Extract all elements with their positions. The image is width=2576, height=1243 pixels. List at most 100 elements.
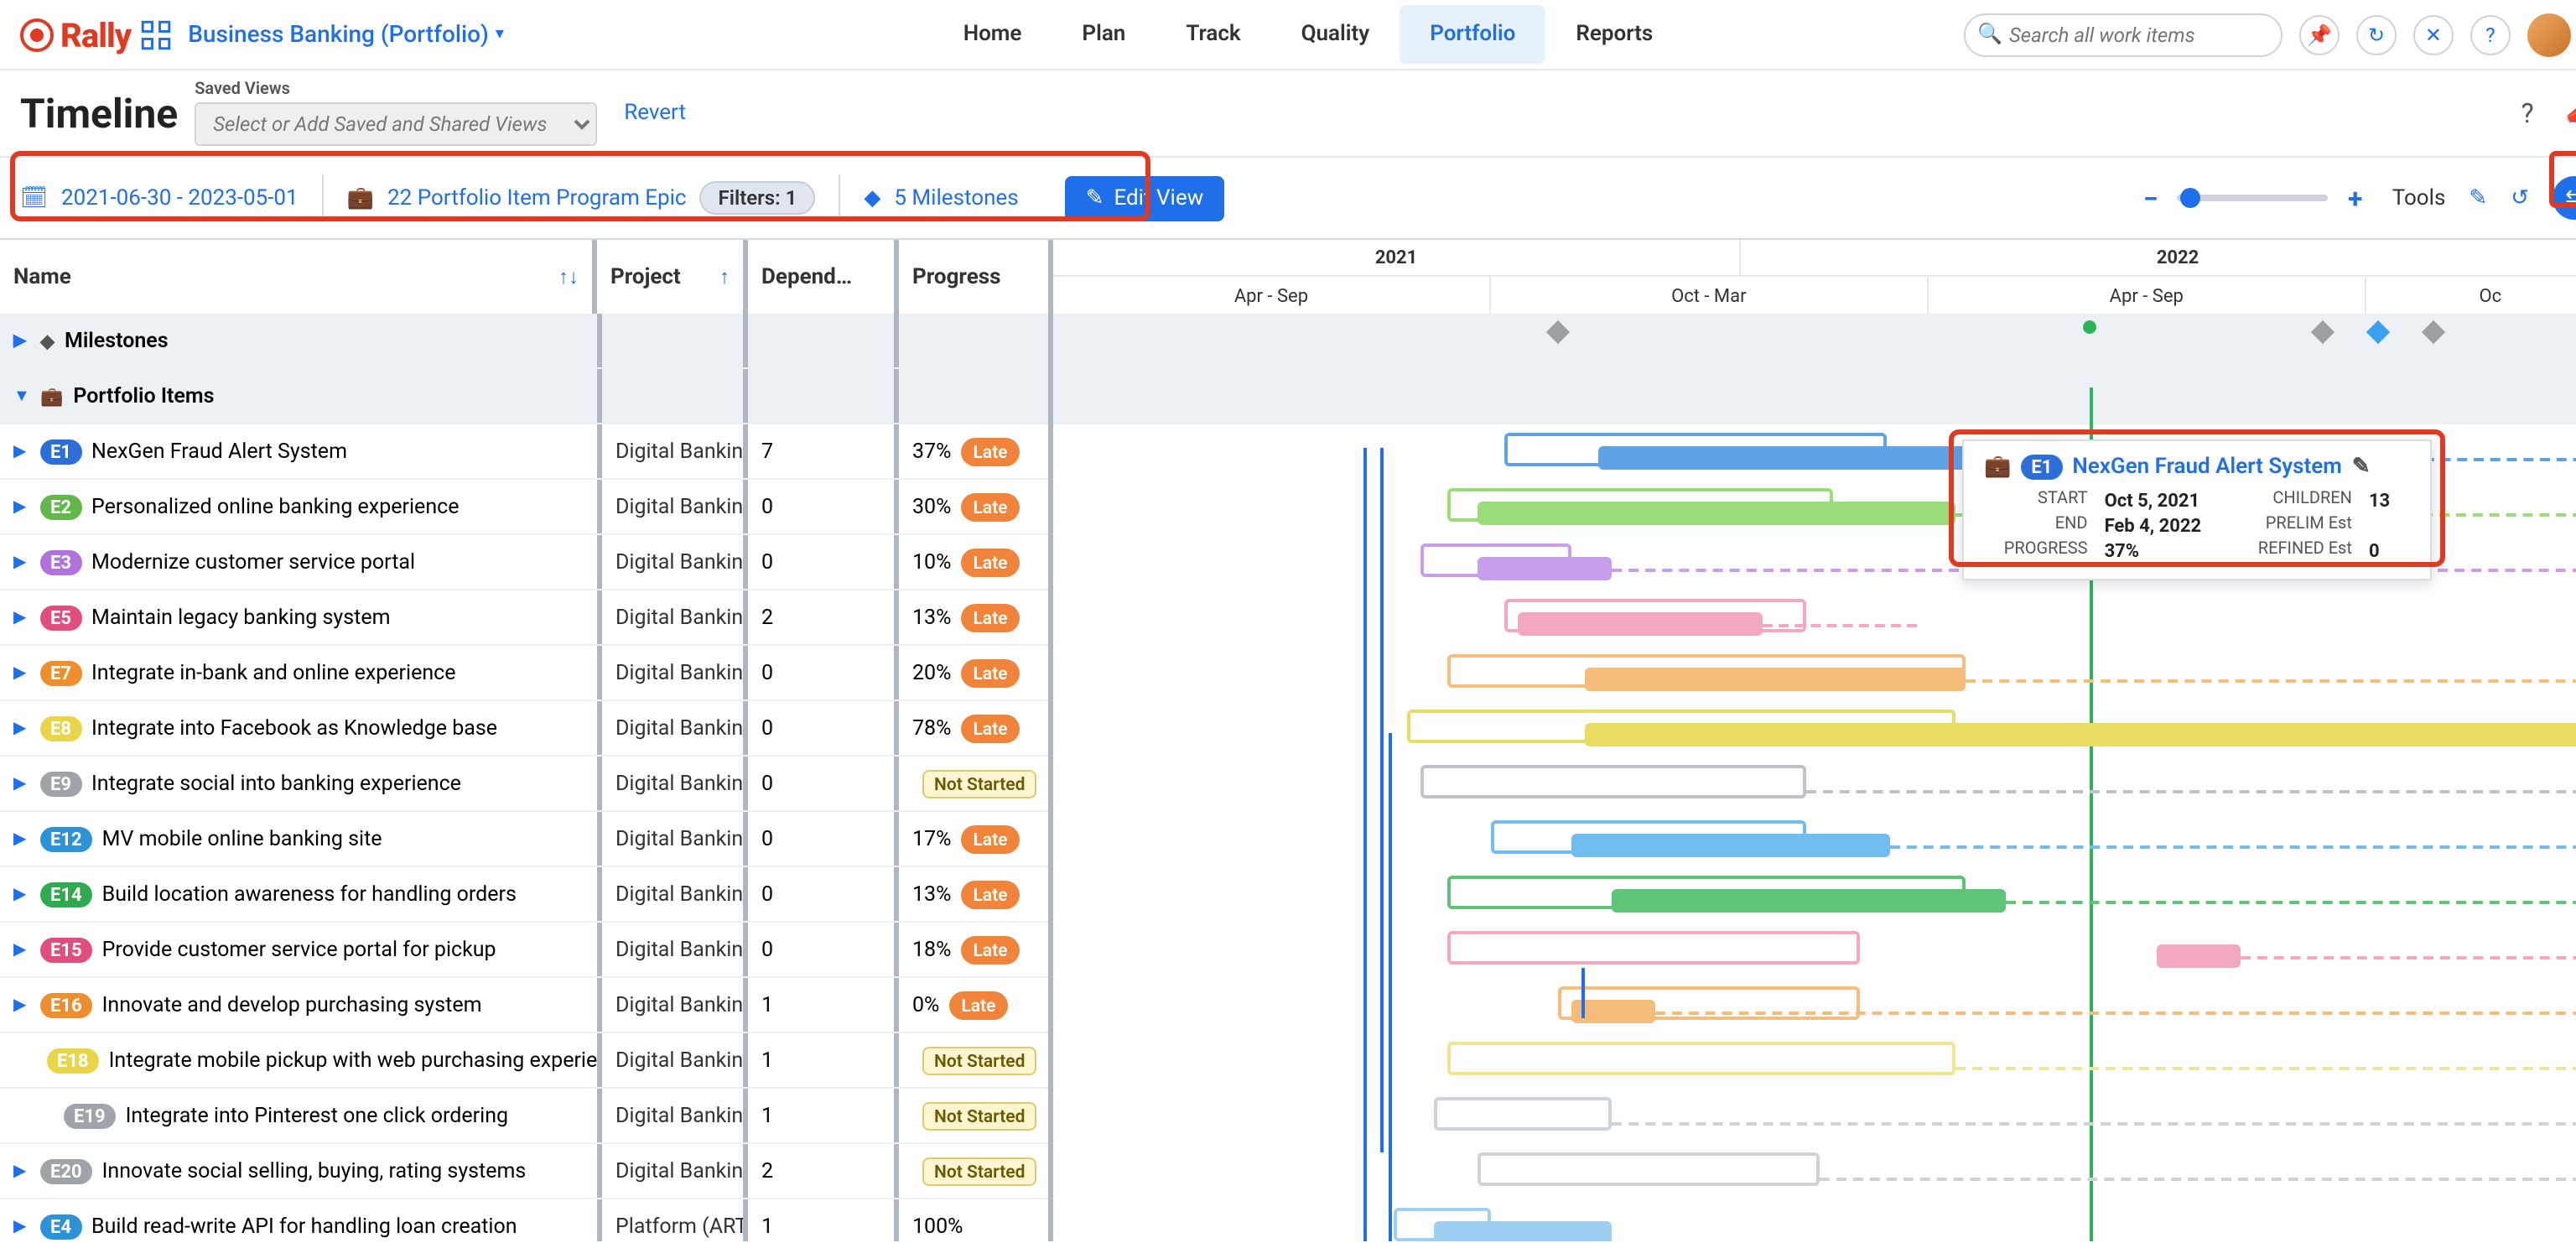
tools-label[interactable]: Tools bbox=[2392, 185, 2446, 211]
timeline-grid: Name↑↓ Project↑ Depend… Progress ▶◆Miles… bbox=[0, 238, 2576, 1241]
caret-right-icon[interactable]: ▶ bbox=[13, 1217, 30, 1235]
col-depend-header[interactable]: Depend… bbox=[748, 240, 899, 314]
gantt-dash-line bbox=[1955, 1067, 2576, 1070]
filter-milestones[interactable]: ◆ 5 Milestones bbox=[840, 174, 1041, 221]
table-row[interactable]: ▶E16Innovate and develop purchasing syst… bbox=[0, 978, 1048, 1033]
logo[interactable]: Rally bbox=[20, 14, 131, 55]
search-input[interactable] bbox=[1964, 13, 2283, 56]
tooltip-children-lbl: CHILDREN bbox=[2238, 490, 2352, 512]
gantt-dash-line bbox=[1806, 790, 2576, 793]
caret-down-icon[interactable]: ▼ bbox=[13, 387, 30, 405]
table-row[interactable]: ▶E3Modernize customer service portalDigi… bbox=[0, 535, 1048, 590]
col-project-header[interactable]: Project↑ bbox=[597, 240, 748, 314]
gantt-bar-actual[interactable] bbox=[1434, 1221, 1612, 1241]
gantt-bar-actual[interactable] bbox=[1477, 502, 1955, 525]
help-circle-icon[interactable]: ? bbox=[2512, 98, 2542, 128]
zoom-thumb[interactable] bbox=[2181, 188, 2201, 208]
gantt-dash-line bbox=[1820, 1178, 2576, 1181]
gantt-bar-actual[interactable] bbox=[1585, 723, 2576, 746]
table-row[interactable]: ▶E15Provide customer service portal for … bbox=[0, 923, 1048, 978]
filter-item-label: 22 Portfolio Item Program Epic bbox=[387, 185, 687, 211]
caret-right-icon[interactable]: ▶ bbox=[13, 442, 30, 460]
zoom-slider[interactable]: − + bbox=[2137, 182, 2369, 214]
caret-right-icon[interactable]: ▶ bbox=[13, 830, 30, 848]
zoom-track[interactable] bbox=[2178, 195, 2329, 201]
caret-right-icon[interactable]: ▶ bbox=[13, 1162, 30, 1180]
caret-right-icon[interactable]: ▶ bbox=[13, 663, 30, 682]
nav-reports[interactable]: Reports bbox=[1545, 5, 1683, 64]
table-row[interactable]: ▶E12MV mobile online banking siteDigital… bbox=[0, 812, 1048, 867]
table-row[interactable]: ▶E1NexGen Fraud Alert SystemDigital Bank… bbox=[0, 424, 1048, 480]
item-progress: 30% bbox=[912, 494, 951, 519]
gantt-bar-planned[interactable] bbox=[1477, 1152, 1820, 1186]
project-picker[interactable]: Business Banking (Portfolio) ▾ bbox=[188, 21, 504, 48]
table-row[interactable]: E19Integrate into Pinterest one click or… bbox=[0, 1089, 1048, 1144]
caret-right-icon[interactable]: ▶ bbox=[13, 940, 30, 959]
band-milestones[interactable]: ▶◆Milestones bbox=[0, 314, 1048, 369]
nav-plan[interactable]: Plan bbox=[1052, 5, 1156, 64]
table-row[interactable]: ▶E20Innovate social selling, buying, rat… bbox=[0, 1144, 1048, 1199]
caret-right-icon[interactable]: ▶ bbox=[13, 553, 30, 571]
gantt-bar-actual[interactable] bbox=[1585, 668, 1966, 691]
table-row[interactable]: ▶E9Integrate social into banking experie… bbox=[0, 757, 1048, 812]
table-row[interactable]: ▶E4Build read-write API for handling loa… bbox=[0, 1199, 1048, 1241]
gantt-bar-planned[interactable] bbox=[1447, 1042, 1955, 1075]
filter-item-type[interactable]: 💼 22 Portfolio Item Program Epic Filters… bbox=[324, 174, 841, 221]
table-row[interactable]: ▶E5Maintain legacy banking systemDigital… bbox=[0, 590, 1048, 646]
table-row[interactable]: ▶E14Build location awareness for handlin… bbox=[0, 867, 1048, 923]
gantt-bar-actual[interactable] bbox=[1612, 889, 2006, 913]
gantt-bar-actual[interactable] bbox=[1477, 557, 1612, 580]
table-row[interactable]: ▶E7Integrate in-bank and online experien… bbox=[0, 646, 1048, 701]
nav-quality[interactable]: Quality bbox=[1271, 5, 1400, 64]
pin-icon[interactable]: 📌 bbox=[2299, 14, 2340, 55]
gantt-bar-actual[interactable] bbox=[2158, 944, 2241, 968]
status-late: Late bbox=[961, 935, 1019, 964]
nav-home[interactable]: Home bbox=[933, 5, 1052, 64]
gantt-dash-line bbox=[1966, 679, 2576, 683]
help-icon[interactable]: ? bbox=[2470, 14, 2511, 55]
epic-badge: E9 bbox=[40, 771, 81, 796]
band-portfolio[interactable]: ▼💼Portfolio Items bbox=[0, 369, 1048, 424]
table-row[interactable]: ▶E2Personalized online banking experienc… bbox=[0, 480, 1048, 535]
gantt-bar-planned[interactable] bbox=[1447, 931, 1861, 965]
filter-date-range[interactable]: 🗓 2021-06-30 - 2023-05-01 bbox=[20, 174, 324, 221]
caret-right-icon[interactable]: ▶ bbox=[13, 885, 30, 903]
saved-views-select[interactable]: Select or Add Saved and Shared Views bbox=[195, 102, 597, 146]
table-row[interactable]: E18Integrate mobile pickup with web purc… bbox=[0, 1033, 1048, 1089]
item-progress: 17% bbox=[912, 826, 951, 851]
caret-right-icon[interactable]: ▶ bbox=[13, 608, 30, 627]
refresh-icon[interactable]: ↺ bbox=[2511, 185, 2529, 211]
revert-link[interactable]: Revert bbox=[624, 101, 686, 126]
global-search[interactable]: 🔍 bbox=[1964, 13, 2283, 56]
caret-right-icon[interactable]: ▶ bbox=[13, 331, 30, 350]
gantt-bar-planned[interactable] bbox=[1420, 765, 1806, 798]
caret-right-icon[interactable]: ▶ bbox=[13, 996, 30, 1014]
status-not-started: Not Started bbox=[922, 1157, 1036, 1185]
timeline-pane[interactable]: 2021 2022 Apr - Sep Oct - Mar Apr - Sep … bbox=[1053, 240, 2576, 1241]
filter-toolbar: 🗓 2021-06-30 - 2023-05-01 💼 22 Portfolio… bbox=[0, 158, 2576, 238]
project-name-label: Business Banking (Portfolio) bbox=[188, 21, 489, 48]
col-progress-header[interactable]: Progress bbox=[899, 240, 1043, 314]
zoom-in-icon[interactable]: + bbox=[2342, 182, 2369, 214]
nav-track[interactable]: Track bbox=[1156, 5, 1270, 64]
pencil-icon[interactable]: ✎ bbox=[2352, 455, 2371, 480]
avatar[interactable] bbox=[2527, 13, 2571, 56]
nav-portfolio[interactable]: Portfolio bbox=[1400, 5, 1545, 64]
gantt-bar-actual[interactable] bbox=[1518, 612, 1763, 636]
caret-right-icon[interactable]: ▶ bbox=[13, 719, 30, 737]
announce-icon[interactable]: 📣 bbox=[2566, 98, 2576, 128]
history-icon[interactable]: ↻ bbox=[2356, 14, 2397, 55]
swap-icon[interactable]: ⇆ bbox=[2553, 176, 2576, 220]
gantt-bar-planned[interactable] bbox=[1434, 1097, 1612, 1131]
gantt-bar-actual[interactable] bbox=[1571, 834, 1890, 857]
settings-wrench-icon[interactable]: ✕ bbox=[2413, 14, 2454, 55]
caret-right-icon[interactable]: ▶ bbox=[13, 497, 30, 516]
apps-grid-icon[interactable] bbox=[141, 19, 171, 49]
caret-right-icon[interactable]: ▶ bbox=[13, 774, 30, 793]
zoom-out-icon[interactable]: − bbox=[2137, 182, 2164, 214]
pencil-small-icon[interactable]: ✎ bbox=[2469, 185, 2487, 211]
table-row[interactable]: ▶E8Integrate into Facebook as Knowledge … bbox=[0, 701, 1048, 757]
item-dep: 0 bbox=[748, 923, 899, 976]
edit-view-button[interactable]: ✎ Edit View bbox=[1066, 175, 1224, 221]
col-name-header[interactable]: Name↑↓ bbox=[0, 240, 597, 314]
